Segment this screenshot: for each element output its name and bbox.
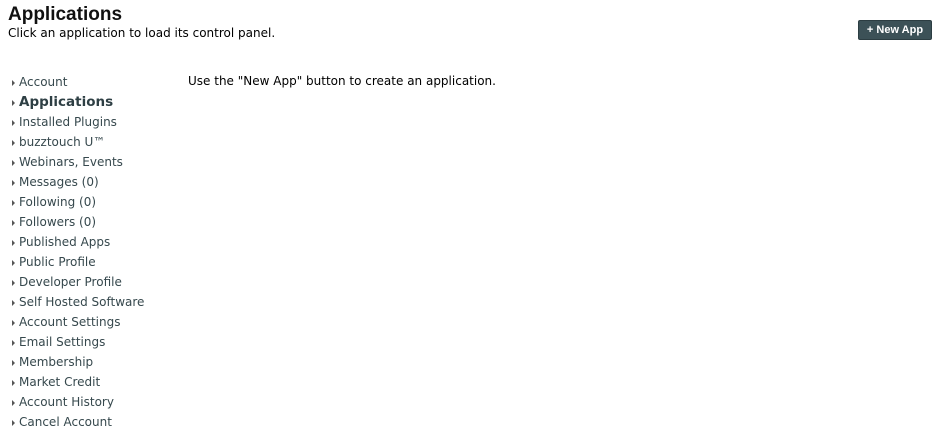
sidebar-item-developer-profile[interactable]: Developer Profile [12,272,144,292]
sidebar-item-buzztouch-u[interactable]: buzztouch U™ [12,132,144,152]
sidebar-item-messages[interactable]: Messages (0) [12,172,144,192]
sidebar-item-label: Account History [19,395,114,409]
arrow-right-icon [12,419,15,426]
arrow-right-icon [12,99,15,106]
sidebar-item-following[interactable]: Following (0) [12,192,144,212]
sidebar-item-cancel-account[interactable]: Cancel Account [12,412,144,432]
arrow-right-icon [12,339,15,346]
sidebar-item-installed-plugins[interactable]: Installed Plugins [12,112,144,132]
arrow-right-icon [12,199,15,206]
arrow-right-icon [12,379,15,386]
sidebar-item-label: Followers (0) [19,215,97,229]
sidebar-item-label: Applications [19,94,114,110]
sidebar-item-followers[interactable]: Followers (0) [12,212,144,232]
new-app-button[interactable]: + New App [858,20,932,40]
sidebar-item-label: Installed Plugins [19,115,117,129]
sidebar-item-membership[interactable]: Membership [12,352,144,372]
sidebar-item-account[interactable]: Account [12,72,144,92]
sidebar-item-self-hosted-software[interactable]: Self Hosted Software [12,292,144,312]
sidebar-item-market-credit[interactable]: Market Credit [12,372,144,392]
sidebar-item-label: Membership [19,355,94,369]
sidebar-item-label: Messages (0) [19,175,99,189]
sidebar-item-account-history[interactable]: Account History [12,392,144,412]
sidebar-item-label: Email Settings [19,335,106,349]
sidebar-item-public-profile[interactable]: Public Profile [12,252,144,272]
arrow-right-icon [12,299,15,306]
arrow-right-icon [12,179,15,186]
sidebar-item-account-settings[interactable]: Account Settings [12,312,144,332]
sidebar-item-applications[interactable]: Applications [12,92,144,112]
sidebar-item-label: Published Apps [19,235,111,249]
arrow-right-icon [12,79,15,86]
arrow-right-icon [12,119,15,126]
sidebar-item-published-apps[interactable]: Published Apps [12,232,144,252]
arrow-right-icon [12,359,15,366]
page-title: Applications [8,4,123,25]
sidebar-item-label: buzztouch U™ [19,135,106,149]
empty-state-message: Use the "New App" button to create an ap… [188,74,496,88]
arrow-right-icon [12,239,15,246]
arrow-right-icon [12,159,15,166]
sidebar-item-label: Self Hosted Software [19,295,145,309]
arrow-right-icon [12,259,15,266]
sidebar-item-label: Account [19,75,68,89]
sidebar-item-label: Market Credit [19,375,101,389]
page-subtitle: Click an application to load its control… [8,26,276,40]
sidebar-item-label: Webinars, Events [19,155,123,169]
sidebar-item-webinars-events[interactable]: Webinars, Events [12,152,144,172]
sidebar-item-email-settings[interactable]: Email Settings [12,332,144,352]
arrow-right-icon [12,139,15,146]
arrow-right-icon [12,319,15,326]
arrow-right-icon [12,219,15,226]
sidebar-item-label: Account Settings [19,315,121,329]
sidebar-item-label: Public Profile [19,255,96,269]
sidebar-nav: Account Applications Installed Plugins b… [12,72,144,432]
arrow-right-icon [12,279,15,286]
arrow-right-icon [12,399,15,406]
sidebar-item-label: Cancel Account [19,415,112,429]
sidebar-item-label: Developer Profile [19,275,122,289]
sidebar-item-label: Following (0) [19,195,97,209]
